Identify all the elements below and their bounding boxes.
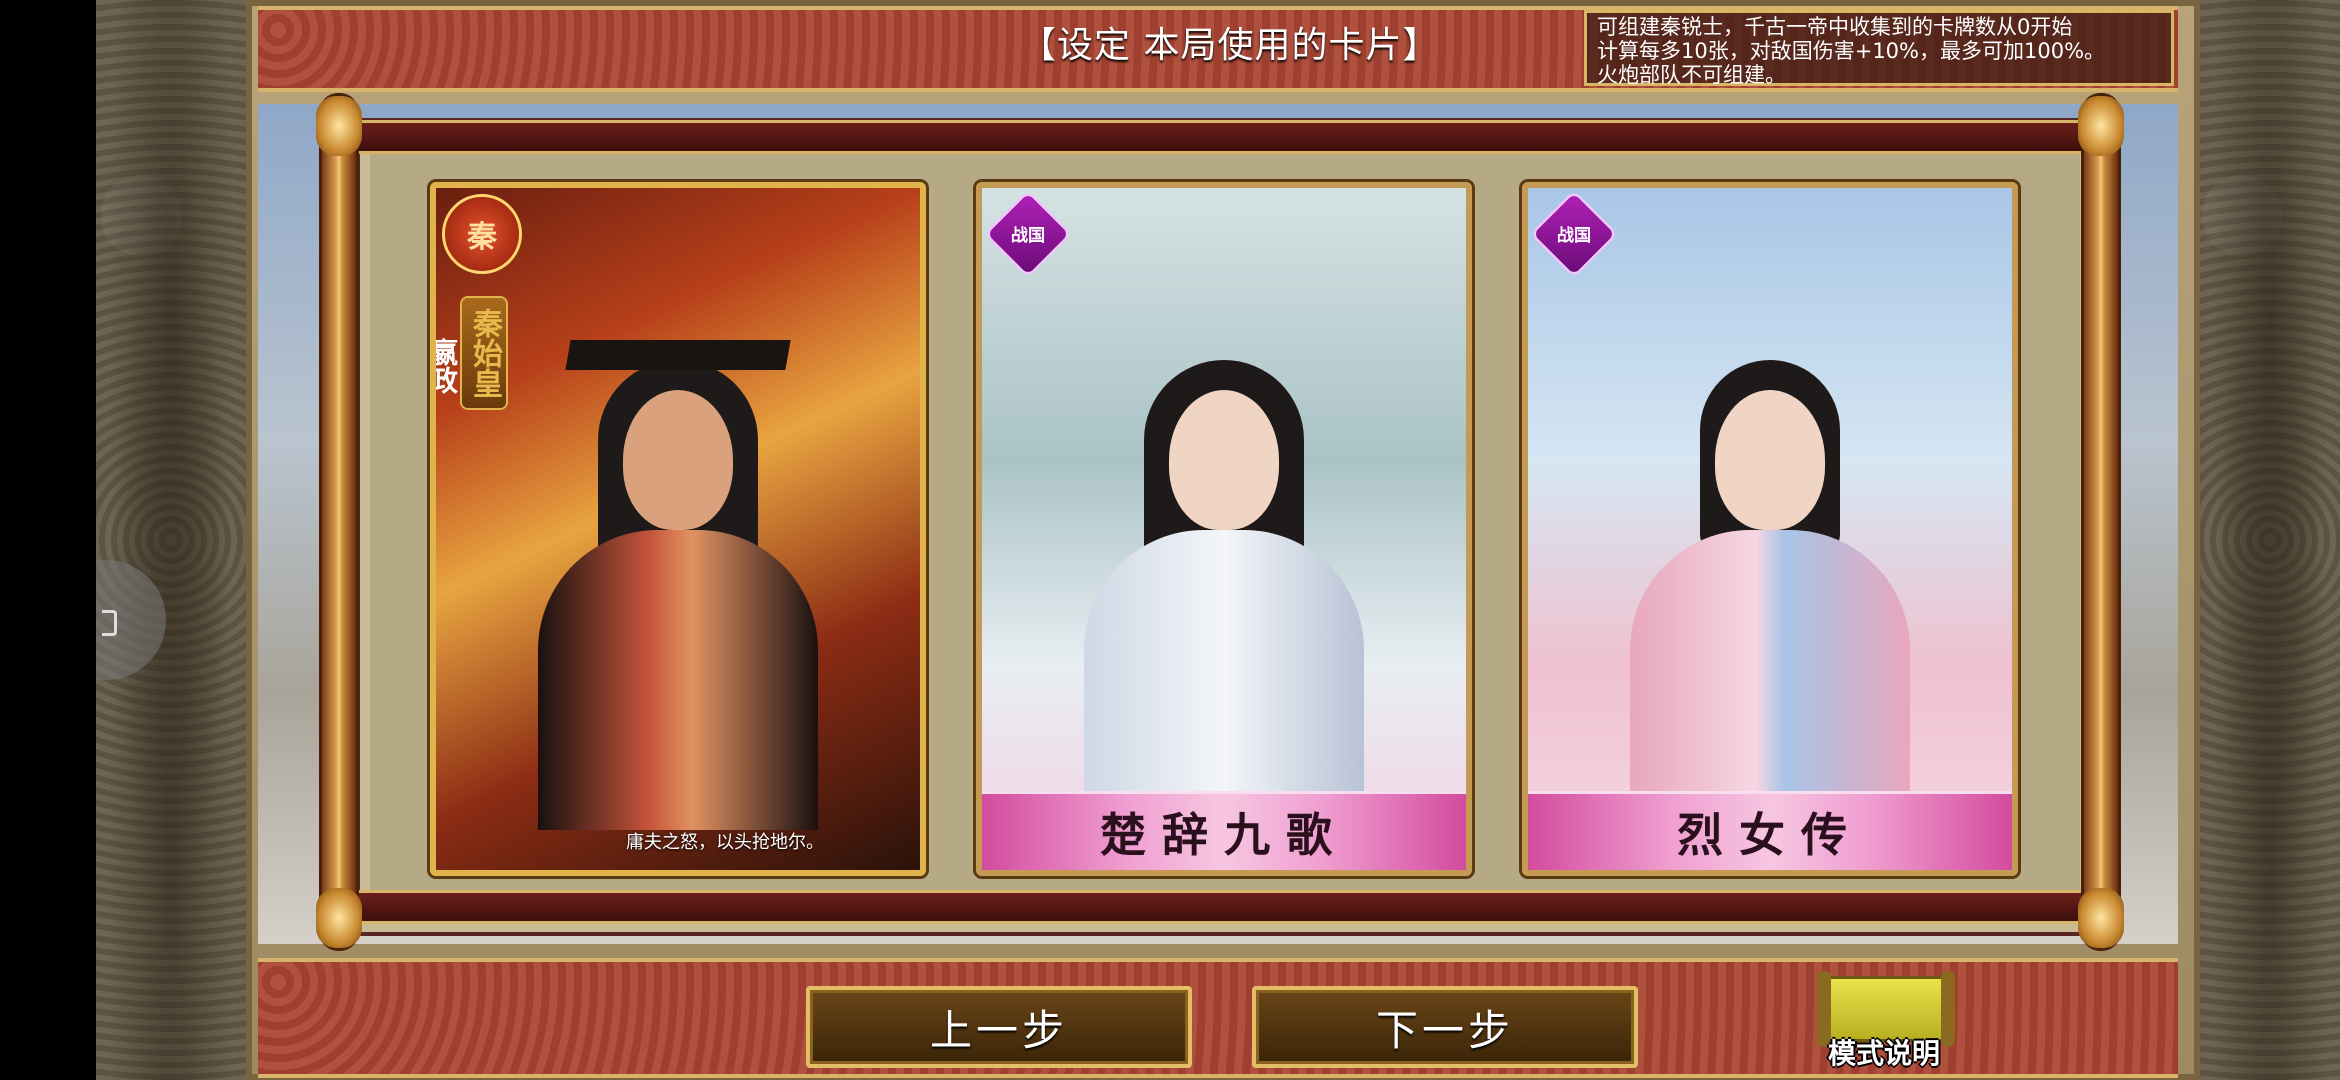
card-quote: 庸夫之怒，以头抢地尔。 xyxy=(626,832,824,853)
card-name-bar: 烈女传 xyxy=(1528,791,2012,870)
mode-help-button[interactable]: 模式说明 xyxy=(1816,970,1955,1074)
card-name-bar: 楚辞九歌 xyxy=(982,791,1466,870)
card-lienu-zhuan[interactable]: 战国 烈女传 xyxy=(1522,182,2018,876)
emperor-portrait xyxy=(528,330,828,830)
scroll-pole-right xyxy=(2078,96,2124,948)
scroll-pole-left xyxy=(316,96,362,948)
info-line: 可组建秦锐士，千古一帝中收集到的卡牌数从0开始 xyxy=(1597,15,2073,39)
mode-info-box: 可组建秦锐士，千古一帝中收集到的卡牌数从0开始 计算每多10张，对敌国伤害+10… xyxy=(1584,10,2174,87)
qin-badge-icon: 秦 xyxy=(442,194,522,274)
zhanguo-badge-icon: 战国 xyxy=(1529,189,1619,279)
info-line: 火炮部队不可组建。 xyxy=(1597,63,1786,87)
lady-portrait xyxy=(1620,330,1920,830)
board-rail-bottom xyxy=(356,890,2086,924)
previous-step-button[interactable]: 上一步 xyxy=(806,986,1192,1068)
card-chuci-jiuge[interactable]: 战国 楚辞九歌 xyxy=(976,182,1472,876)
left-ornament-panel xyxy=(96,0,246,1080)
card-vertical-title: 秦始皇 嬴政 xyxy=(436,298,506,408)
card-name: 烈女传 xyxy=(1677,808,1863,862)
page-title: 【设定 本局使用的卡片】 xyxy=(1020,25,1440,66)
info-line: 计算每多10张，对敌国伤害+10%，最多可加100%。 xyxy=(1597,39,2106,63)
mode-help-label: 模式说明 xyxy=(1827,1037,1940,1070)
right-ornament-panel xyxy=(2200,0,2340,1080)
card-qin-shi-huang[interactable]: 秦 秦始皇 嬴政 庸夫之怒，以头抢地尔。 xyxy=(430,182,926,876)
zhanguo-badge-icon: 战国 xyxy=(983,189,1073,279)
next-step-button[interactable]: 下一步 xyxy=(1252,986,1638,1068)
card-name: 楚辞九歌 xyxy=(1100,808,1348,862)
card-vertical-subtitle: 嬴政 xyxy=(430,338,459,394)
game-screen: 【设定 本局使用的卡片】 可组建秦锐士，千古一帝中收集到的卡牌数从0开始 计算每… xyxy=(0,0,2340,1080)
scholar-portrait xyxy=(1074,330,1374,830)
board-rail-top xyxy=(356,120,2086,154)
